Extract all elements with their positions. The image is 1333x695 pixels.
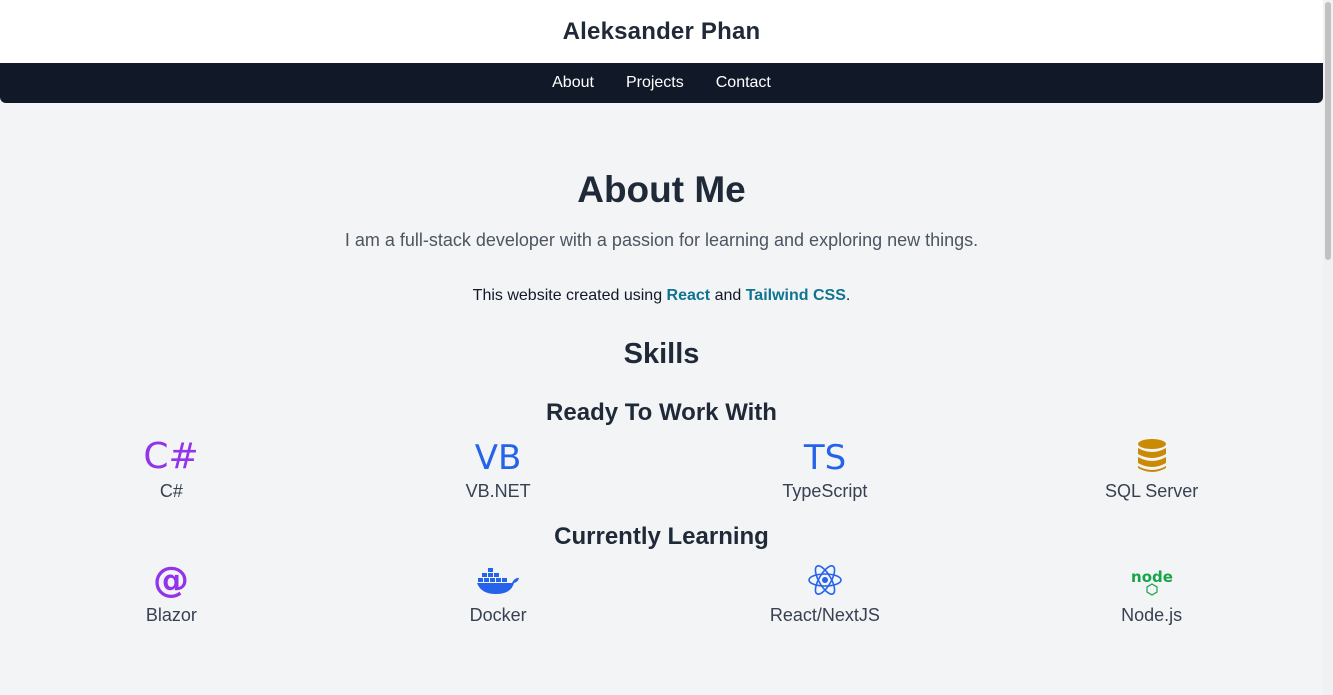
svg-text:@: @ (153, 562, 189, 598)
svg-text:C#: C# (144, 438, 199, 474)
database-icon (1122, 436, 1182, 476)
skill-csharp: C# C# (8, 436, 335, 502)
built-with-and: and (710, 287, 746, 304)
main-content: About Me I am a full-stack developer wit… (0, 170, 1323, 626)
skill-typescript: TS TypeScript (662, 436, 989, 502)
svg-text:TS: TS (803, 438, 846, 474)
main-nav: About Projects Contact (0, 63, 1323, 103)
skill-label: SQL Server (1104, 481, 1199, 501)
nodejs-icon: node (1122, 560, 1182, 600)
built-with-suffix: . (845, 287, 851, 304)
page-scrollbar[interactable] (1323, 0, 1333, 695)
typescript-icon: TS (795, 436, 855, 476)
skill-label: Docker (469, 605, 527, 625)
react-icon (795, 560, 855, 600)
about-description: I am a full-stack developer with a passi… (344, 230, 979, 250)
skill-react: React/NextJS (662, 560, 989, 626)
skill-label: C# (159, 481, 183, 501)
built-with-text: This website created using React and Tai… (0, 286, 1323, 306)
site-header: Aleksander Phan (0, 0, 1323, 63)
scrollbar-thumb[interactable] (1325, 2, 1331, 260)
learning-group-title: Currently Learning (554, 523, 769, 550)
vbnet-icon: VB (468, 436, 528, 476)
ready-skills-row: C# C# VB VB.NET TS TypeScript SQL Server (0, 436, 1323, 502)
skill-docker: Docker (335, 560, 662, 626)
nav-link-about[interactable]: About (552, 74, 594, 92)
about-title: About Me (577, 169, 746, 210)
skill-label: React/NextJS (769, 605, 880, 625)
skill-vbnet: VB VB.NET (335, 436, 662, 502)
site-title: Aleksander Phan (562, 17, 761, 45)
nav-link-contact[interactable]: Contact (716, 74, 771, 92)
docker-icon (468, 560, 528, 600)
ready-group-title: Ready To Work With (546, 399, 777, 426)
page: Aleksander Phan About Projects Contact A… (0, 0, 1323, 695)
built-with-prefix: This website created using (472, 287, 667, 304)
skill-sql-server: SQL Server (988, 436, 1315, 502)
react-link[interactable]: React (667, 287, 711, 304)
svg-text:VB: VB (475, 438, 522, 474)
nav-link-projects[interactable]: Projects (626, 74, 684, 92)
skill-label: Blazor (145, 605, 197, 625)
skill-label: Node.js (1121, 605, 1183, 625)
csharp-icon: C# (141, 436, 201, 476)
skill-blazor: @ Blazor (8, 560, 335, 626)
tailwind-link[interactable]: Tailwind CSS (746, 287, 846, 304)
skill-label: VB.NET (465, 481, 531, 501)
blazor-icon: @ (141, 560, 201, 600)
learning-skills-row: @ Blazor Docker React/NextJS node Node.j… (0, 560, 1323, 626)
skill-nodejs: node Node.js (988, 560, 1315, 626)
skills-title: Skills (623, 338, 700, 370)
skill-label: TypeScript (782, 481, 868, 501)
svg-text:node: node (1131, 568, 1173, 586)
